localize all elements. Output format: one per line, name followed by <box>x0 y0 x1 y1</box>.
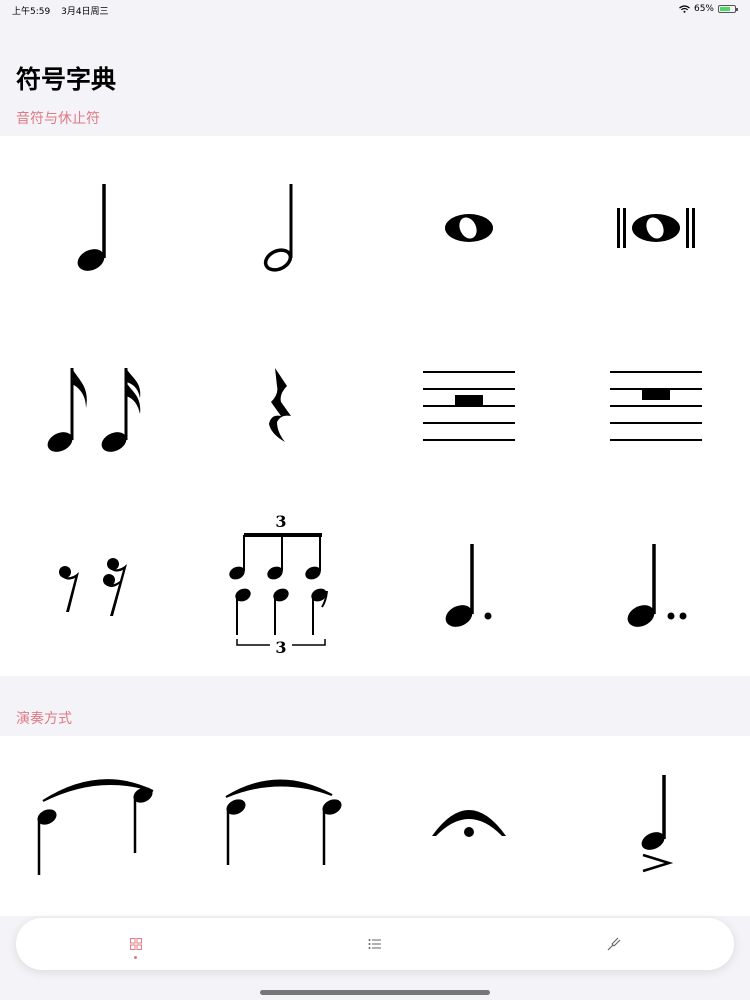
status-bar: 上午5:59 3月4日周三 65% <box>0 0 750 18</box>
list-icon <box>368 939 381 949</box>
status-date: 3月4日周三 <box>61 7 109 17</box>
tab-bar <box>16 918 734 970</box>
tab-grid[interactable] <box>76 918 196 970</box>
half-rest-icon <box>610 371 703 441</box>
tab-tuner[interactable] <box>554 918 674 970</box>
selected-tab-indicator <box>134 956 138 959</box>
symbol-cell-double-dotted-quarter-note[interactable] <box>562 496 750 676</box>
symbol-cell-fermata[interactable] <box>375 736 563 916</box>
symbol-cell-dotted-quarter-note[interactable] <box>375 496 563 676</box>
whole-rest-icon <box>422 371 515 441</box>
symbol-cell-accent[interactable] <box>562 736 750 916</box>
symbol-grid-performance <box>0 736 750 916</box>
tab-list[interactable] <box>315 918 435 970</box>
symbol-cell-half-rest[interactable] <box>562 316 750 496</box>
svg-text:3: 3 <box>276 638 287 657</box>
whole-note-icon <box>444 214 493 242</box>
symbol-cell-slur[interactable] <box>187 736 375 916</box>
fermata-icon <box>431 810 506 837</box>
symbol-cell-quarter-note[interactable] <box>0 136 188 316</box>
tuning-fork-icon <box>607 937 621 951</box>
triplets-icon: 3 3 <box>229 512 329 657</box>
section-header-performance: 演奏方式 <box>16 711 72 727</box>
half-note-icon <box>264 184 293 272</box>
battery-percent: 65% <box>693 4 714 14</box>
dotted-quarter-note-icon <box>445 544 492 627</box>
symbol-cell-eighth-sixteenth-rests[interactable] <box>0 496 188 676</box>
home-indicator <box>260 990 490 995</box>
symbol-cell-triplets[interactable]: 3 3 <box>187 496 375 676</box>
eighth-sixteenth-rests-icon <box>58 558 127 616</box>
double-whole-note-icon <box>617 208 696 248</box>
page-title: 符号字典 <box>16 65 117 94</box>
wifi-icon <box>679 5 690 13</box>
symbol-cell-quarter-rest[interactable] <box>187 316 375 496</box>
symbol-cell-tie[interactable] <box>0 736 188 916</box>
eighth-sixteenth-notes-icon <box>47 368 141 452</box>
accent-icon <box>641 775 674 873</box>
symbol-grid-notes-rests: 3 3 <box>0 136 750 676</box>
symbol-cell-eighth-sixteenth-notes[interactable] <box>0 316 188 496</box>
status-time: 上午5:59 <box>12 7 51 17</box>
symbol-cell-double-whole-note[interactable] <box>562 136 750 316</box>
tie-icon <box>37 779 154 875</box>
quarter-note-icon <box>77 184 106 271</box>
quarter-rest-icon <box>269 368 292 442</box>
symbol-cell-whole-note[interactable] <box>375 136 563 316</box>
battery-icon <box>718 5 738 13</box>
grid-icon <box>129 938 142 950</box>
symbol-cell-whole-rest[interactable] <box>375 316 563 496</box>
section-header-notes-rests: 音符与休止符 <box>16 111 100 127</box>
double-dotted-quarter-note-icon <box>627 544 687 627</box>
symbol-cell-half-note[interactable] <box>187 136 375 316</box>
svg-text:3: 3 <box>276 512 287 531</box>
slur-icon <box>225 779 342 865</box>
